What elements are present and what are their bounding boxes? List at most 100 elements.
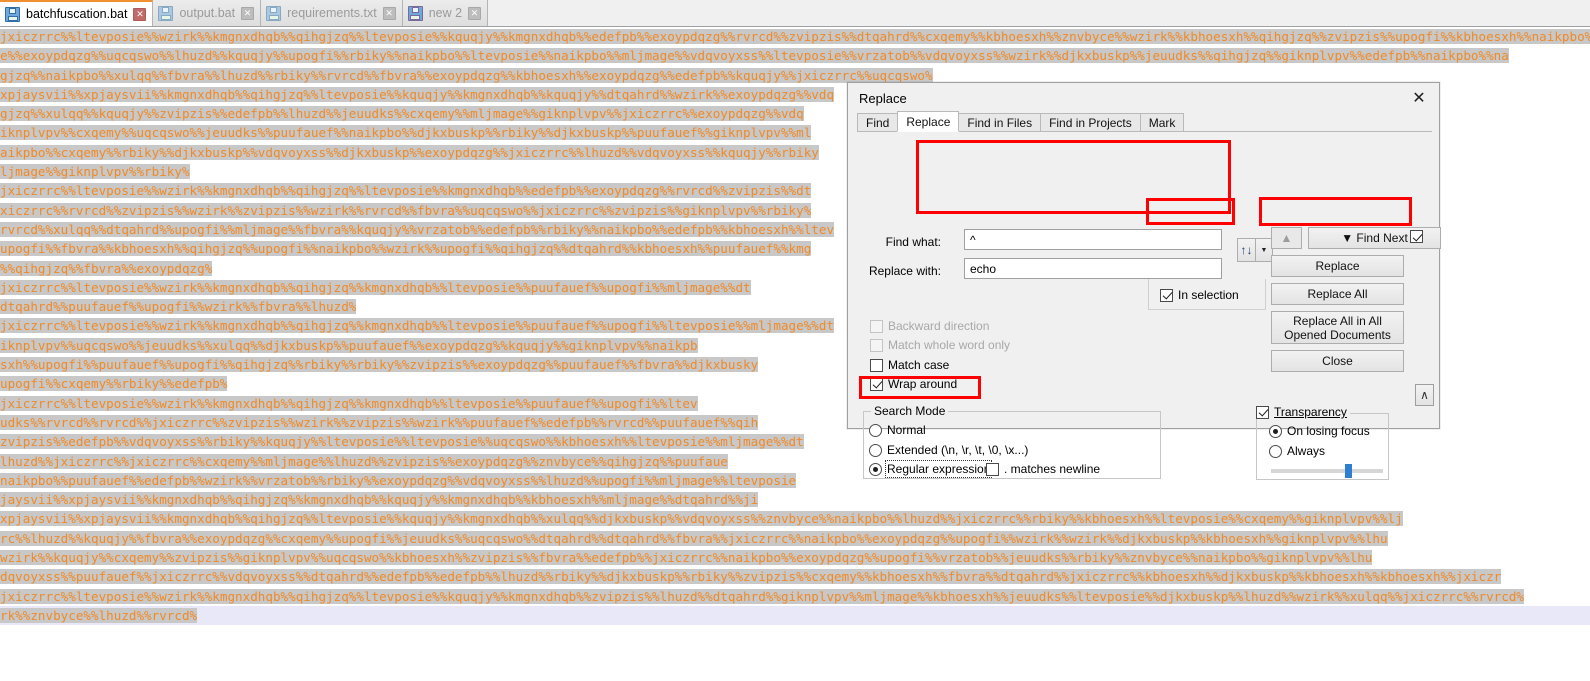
swap-icon[interactable]: ↑↓ [1237, 238, 1256, 262]
editor-tab-batchfuscation[interactable]: batchfuscation.bat ✕ [0, 0, 154, 26]
dot-matches-newline-label: . matches newline [1004, 462, 1101, 476]
checkbox-icon [1256, 405, 1269, 419]
slider-thumb[interactable] [1345, 464, 1352, 478]
editor-line-text: gjzq%%xulqq%%kquqjy%%zvipzis%%edefpb%%lh… [0, 106, 804, 122]
editor-line-text: ljmage%%giknplvpv%%rbiky% [0, 164, 190, 180]
editor-line-text: naikpbo%%puufauef%%edefpb%%wzirk%%vrzato… [0, 472, 797, 488]
tab-mark[interactable]: Mark [1139, 113, 1185, 131]
search-mode-regex-label: Regular expression [884, 460, 993, 478]
replace-with-input[interactable]: echo [964, 258, 1222, 279]
tab-find-in-files[interactable]: Find in Files [958, 113, 1042, 131]
editor-line[interactable]: e%%exoypdqzg%%uqcqswo%%lhuzd%%kquqjy%%up… [0, 46, 1590, 65]
tab-find[interactable]: Find [857, 113, 899, 131]
editor-line-text: udks%%rvrcd%%rvrcd%%jxiczrrc%%zvipzis%%w… [0, 414, 759, 430]
replace-all-opened-documents-button[interactable]: Replace All in All Opened Documents [1271, 311, 1404, 344]
tab-find-in-projects[interactable]: Find in Projects [1040, 113, 1141, 131]
tab-replace[interactable]: Replace [897, 111, 960, 132]
close-icon[interactable]: ✕ [241, 6, 255, 20]
radio-icon [869, 462, 882, 476]
editor-line[interactable]: jxiczrrc%%ltevposie%%wzirk%%kmgnxdhqb%%q… [0, 27, 1590, 46]
floppy-disk-icon [266, 5, 282, 21]
close-icon[interactable]: ✕ [1407, 88, 1431, 110]
editor-tab-label: batchfuscation.bat [26, 7, 128, 21]
editor-line-text: lhuzd%%jxiczrrc%%jxiczrrc%%cxqemy%%mljma… [0, 453, 728, 469]
find-what-label: Find what: [885, 235, 941, 249]
replace-all-button[interactable]: Replace All [1271, 283, 1404, 305]
editor-tab-new2[interactable]: new 2 ✕ [402, 0, 489, 26]
transparency-label: Transparency [1274, 405, 1347, 419]
transparency-checkbox[interactable]: Transparency [1253, 405, 1350, 419]
transparency-always-label: Always [1287, 444, 1326, 458]
editor-line-text: %%qihgjzq%%fbvra%%exoypdqzg% [0, 260, 213, 276]
search-mode-regex-radio[interactable]: Regular expression [869, 460, 993, 478]
match-case-checkbox[interactable]: Match case [870, 358, 949, 372]
editor-tab-label: new 2 [428, 6, 463, 20]
editor-line-text: rc%%lhuzd%%kquqjy%%fbvra%%exoypdqzg%%cxq… [0, 530, 1388, 546]
editor-tab-output[interactable]: output.bat ✕ [153, 0, 262, 26]
in-selection-frame [1148, 279, 1266, 310]
editor-line-text: sxh%%upogfi%%puufauef%%upogfi%%qihgjzq%%… [0, 357, 759, 373]
checkbox-icon [870, 338, 883, 352]
editor-line[interactable]: rk%%znvbyce%%lhuzd%%rvrcd% [0, 605, 1590, 626]
dot-matches-newline-checkbox[interactable]: . matches newline [986, 462, 1100, 476]
transparency-slider[interactable] [1271, 464, 1383, 478]
editor-line[interactable]: jaysvii%%xpjaysvii%%kmgnxdhqb%%qihgjzq%%… [0, 490, 1590, 509]
editor-line-text: upogfi%%cxqemy%%rbiky%%edefpb% [0, 376, 228, 392]
match-whole-word-label: Match whole word only [888, 338, 1011, 352]
wrap-around-label: Wrap around [888, 377, 958, 391]
editor-line-text: jxiczrrc%%ltevposie%%wzirk%%kmgnxdhqb%%q… [0, 279, 751, 295]
close-icon[interactable]: ✕ [133, 7, 147, 21]
close-icon[interactable]: ✕ [468, 6, 482, 20]
transparency-on-losing-focus-radio[interactable]: On losing focus [1269, 424, 1370, 438]
editor-line-text: aikpbo%%cxqemy%%rbiky%%djkxbuskp%%vdqvoy… [0, 144, 819, 160]
editor-tab-label: requirements.txt [287, 6, 377, 20]
editor-line[interactable]: wzirk%%kquqjy%%cxqemy%%zvipzis%%giknplvp… [0, 548, 1590, 567]
floppy-disk-icon [158, 5, 174, 21]
checkbox-icon [870, 319, 883, 333]
editor-line-text: iknplvpv%%uqcqswo%%jeuudks%%xulqq%%djkxb… [0, 337, 698, 353]
radio-icon [1269, 424, 1282, 438]
editor-line[interactable]: dqvoyxss%%puufauef%%jxiczrrc%%vdqvoyxss%… [0, 567, 1590, 586]
replace-with-label: Replace with: [868, 264, 941, 278]
editor-line-text: iknplvpv%%cxqemy%%uqcqswo%%jeuudks%%puuf… [0, 125, 812, 141]
dialog-tab-strip: Find Replace Find in Files Find in Proje… [857, 111, 1432, 132]
editor-line-text: upogfi%%fbvra%%kbhoesxh%%qihgjzq%%upogfi… [0, 241, 812, 257]
collapse-panel-button[interactable]: ∧ [1415, 384, 1434, 406]
backward-direction-label: Backward direction [888, 319, 990, 333]
transparency-on-losing-focus-label: On losing focus [1287, 424, 1370, 438]
close-icon[interactable]: ✕ [382, 6, 396, 20]
editor-line[interactable]: xpjaysvii%%xpjaysvii%%kmgnxdhqb%%qihgjzq… [0, 509, 1590, 528]
editor-line-text: rk%%znvbyce%%lhuzd%%rvrcd% [0, 607, 198, 623]
search-mode-extended-radio[interactable]: Extended (\n, \r, \t, \0, \x...) [869, 443, 1028, 457]
find-next-toggle-checkbox[interactable] [1410, 230, 1423, 243]
editor-line-text: gjzq%%naikpbo%%xulqq%%fbvra%%lhuzd%%rbik… [0, 67, 933, 83]
find-what-input[interactable]: ^ [964, 229, 1222, 250]
slider-track [1271, 469, 1383, 473]
dialog-title: Replace [859, 91, 907, 106]
replace-button[interactable]: Replace [1271, 255, 1404, 277]
editor-line-text: xpjaysvii%%xpjaysvii%%kmgnxdhqb%%qihgjzq… [0, 86, 835, 102]
match-case-label: Match case [888, 358, 950, 372]
editor-line[interactable]: rc%%lhuzd%%kquqjy%%fbvra%%exoypdqzg%%cxq… [0, 529, 1590, 548]
checkbox-icon [1410, 230, 1423, 243]
editor-line-text: rvrcd%%xulqq%%dtqahrd%%upogfi%%mljmage%%… [0, 221, 835, 237]
radio-icon [1269, 444, 1282, 458]
editor-tab-requirements[interactable]: requirements.txt ✕ [261, 0, 403, 26]
find-previous-button[interactable]: ▲ [1271, 227, 1302, 249]
wrap-around-checkbox[interactable]: Wrap around [870, 377, 957, 391]
floppy-disk-icon [5, 6, 20, 22]
checkbox-icon [870, 377, 883, 391]
close-button[interactable]: Close [1271, 350, 1404, 372]
editor-line-text: jxiczrrc%%ltevposie%%wzirk%%kmgnxdhqb%%q… [0, 318, 835, 334]
swap-find-replace-group: ↑↓ ▼ [1237, 238, 1273, 262]
editor-line-text: wzirk%%kquqjy%%cxqemy%%zvipzis%%giknplvp… [0, 550, 1373, 566]
editor-line-text: jxiczrrc%%ltevposie%%wzirk%%kmgnxdhqb%%q… [0, 29, 1590, 44]
editor-line-text: jxiczrrc%%ltevposie%%wzirk%%kmgnxdhqb%%q… [0, 588, 1524, 604]
search-mode-title: Search Mode [871, 404, 949, 418]
replace-dialog: Replace ✕ Find Replace Find in Files Fin… [847, 82, 1441, 480]
editor-line-text: zvipzis%%edefpb%%vdqvoyxss%%rbiky%%kquqj… [0, 434, 804, 450]
transparency-always-radio[interactable]: Always [1269, 444, 1325, 458]
editor-line[interactable]: jxiczrrc%%ltevposie%%wzirk%%kmgnxdhqb%%q… [0, 587, 1590, 606]
search-mode-normal-radio[interactable]: Normal [869, 423, 926, 437]
floppy-disk-icon [407, 5, 423, 21]
